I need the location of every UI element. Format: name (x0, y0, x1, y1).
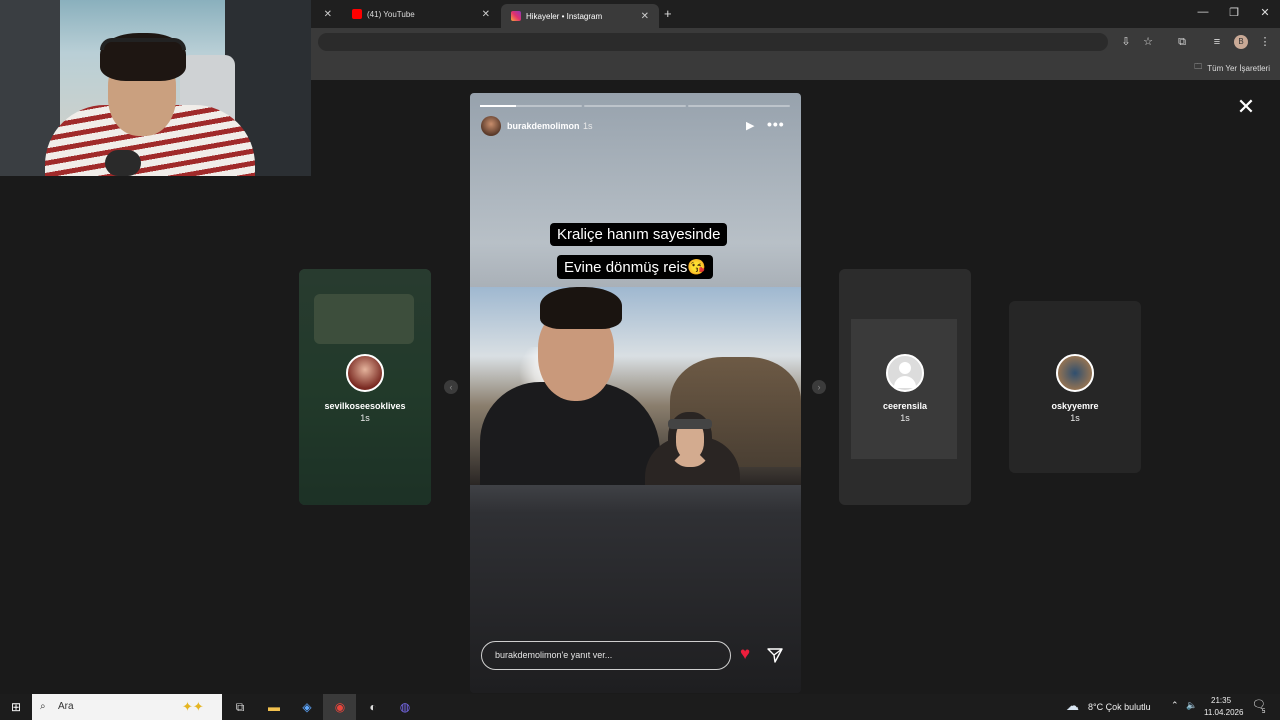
progress-fill (480, 105, 516, 107)
heart-icon[interactable]: ♥ (740, 644, 750, 664)
headphones (100, 38, 186, 50)
webcam-overlay (0, 0, 311, 176)
close-window-icon[interactable]: ✕ (1255, 6, 1275, 19)
speaker-icon[interactable]: 🔈 (1186, 700, 1197, 711)
media-icon[interactable]: ≡ (1210, 35, 1224, 49)
tab-instagram[interactable]: Hikayeler • Instagram ✕ (501, 4, 659, 28)
more-icon[interactable]: ••• (767, 116, 785, 132)
author-name[interactable]: burakdemolimon (507, 121, 580, 131)
taskbar-search[interactable]: ⌕ Ara ✦✦ (32, 694, 222, 720)
new-tab-button[interactable]: + (664, 6, 672, 21)
weather-text[interactable]: 8°C Çok bulutlu (1088, 702, 1151, 712)
youtube-icon (352, 9, 362, 19)
story-username: sevilkoseesoklives (324, 401, 406, 411)
chevron-up-icon[interactable]: ⌃ (1171, 700, 1179, 711)
close-tab-icon[interactable]: ✕ (482, 9, 490, 20)
close-tab-icon[interactable]: ✕ (641, 11, 649, 22)
avatar (1056, 354, 1094, 392)
tab-label: (41) YouTube (367, 9, 415, 19)
chrome-icon[interactable]: ◉ (331, 698, 349, 716)
author-avatar[interactable] (481, 116, 501, 136)
story-card-ceerensila[interactable]: ceerensila 1s (839, 269, 971, 505)
weather-cloud-icon: ☁ (1066, 698, 1079, 713)
caption-line-1: Kraliçe hanım sayesinde (550, 223, 728, 246)
story-username: oskyyemre (1051, 401, 1099, 411)
install-icon[interactable]: ⇩ (1119, 35, 1133, 49)
avatar (886, 354, 924, 392)
send-icon[interactable] (767, 647, 783, 663)
microphone (105, 150, 141, 176)
folder-icon: 🗀 (1194, 62, 1203, 71)
url-field[interactable] (318, 33, 1108, 51)
tab-previous[interactable]: ✕ (312, 4, 342, 24)
next-story-button[interactable]: › (812, 380, 826, 394)
close-icon[interactable]: ✕ (1234, 94, 1258, 120)
play-icon[interactable]: ▶ (746, 119, 754, 132)
story-card-oskyyemre[interactable]: oskyyemre 1s (1009, 301, 1141, 473)
extensions-icon[interactable]: ⧉ (1175, 35, 1189, 49)
task-view-icon[interactable]: ⧉ (231, 698, 249, 716)
obs-icon[interactable]: ◐ (364, 698, 382, 716)
avatar (346, 354, 384, 392)
avatar-head (899, 362, 911, 374)
search-placeholder: Ara (58, 701, 74, 712)
story-card-sevilkoseesoklives[interactable]: sevilkoseesoklives 1s (299, 269, 431, 505)
clock-time[interactable]: 21:35 (1211, 696, 1231, 705)
sunglasses (668, 419, 712, 429)
search-icon: ⌕ (40, 701, 46, 712)
file-explorer-icon[interactable]: ▬ (265, 698, 283, 716)
copilot-sparkle-icon: ✦✦ (182, 699, 204, 714)
restore-icon[interactable]: ❐ (1224, 6, 1244, 19)
man-hair (540, 287, 622, 329)
windows-start-icon[interactable]: ⊞ (7, 698, 25, 716)
menu-icon[interactable]: ⋮ (1258, 35, 1272, 49)
minimize-icon[interactable]: — (1193, 6, 1213, 18)
discord-icon[interactable]: ◍ (396, 698, 414, 716)
story-time: 1s (360, 413, 370, 423)
progress-segment (480, 105, 582, 107)
notification-count: 5 (1262, 709, 1266, 715)
previous-story-button[interactable]: ‹ (444, 380, 458, 394)
tab-label: Hikayeler • Instagram (526, 11, 603, 21)
profile-avatar[interactable]: B (1234, 35, 1248, 49)
active-story[interactable]: burakdemolimon 1s ▶ ••• Kraliçe hanım sa… (470, 93, 801, 693)
story-photo (470, 287, 801, 485)
star-icon[interactable]: ☆ (1141, 35, 1155, 49)
close-tab-icon[interactable]: ✕ (324, 9, 332, 20)
story-time: 1s (900, 413, 910, 423)
story-time: 1s (583, 121, 593, 131)
all-bookmarks-button[interactable]: 🗀 Tüm Yer İşaretleri (1194, 61, 1270, 75)
avatar-body (894, 376, 916, 388)
story-time: 1s (1070, 413, 1080, 423)
app-icon[interactable]: ◈ (298, 698, 316, 716)
bookmarks-label: Tüm Yer İşaretleri (1207, 63, 1270, 73)
progress-segment (584, 105, 686, 107)
story-username: ceerensila (882, 401, 928, 411)
caption-line-2: Evine dönmüş reis😘 (557, 255, 714, 279)
tab-youtube[interactable]: (41) YouTube ✕ (342, 4, 500, 24)
instagram-icon (511, 11, 521, 21)
reply-input[interactable]: burakdemolimon'e yanıt ver... (481, 641, 731, 670)
progress-segment (688, 105, 790, 107)
clock-date[interactable]: 11.04.2026 (1204, 708, 1243, 717)
